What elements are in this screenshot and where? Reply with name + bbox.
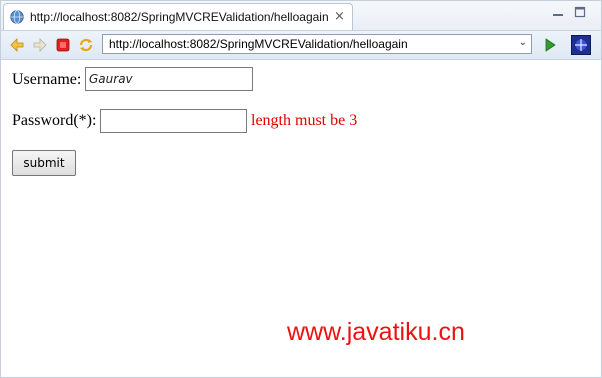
page-content: Username: Password(*): length must be 3 … [1, 60, 601, 377]
submit-button[interactable]: submit [12, 150, 76, 176]
password-error: length must be 3 [251, 112, 358, 129]
forward-arrow-icon[interactable] [31, 36, 49, 54]
watermark-text: www.javatiku.cn [287, 318, 465, 346]
tab-close-icon[interactable]: × [334, 9, 345, 24]
refresh-icon[interactable] [77, 36, 95, 54]
tab-title: http://localhost:8082/SpringMVCREValidat… [30, 10, 329, 24]
minimize-icon[interactable] [551, 5, 565, 19]
browser-window: http://localhost:8082/SpringMVCREValidat… [0, 0, 602, 378]
maximize-icon[interactable] [573, 5, 587, 19]
chevron-down-icon[interactable]: ⌄ [519, 37, 527, 48]
username-label: Username: [12, 71, 82, 88]
browser-tab[interactable]: http://localhost:8082/SpringMVCREValidat… [3, 3, 353, 30]
password-label: Password(*): [12, 112, 97, 129]
eclipse-icon[interactable] [571, 35, 591, 55]
address-url[interactable]: http://localhost:8082/SpringMVCREValidat… [109, 37, 408, 51]
address-bar[interactable]: http://localhost:8082/SpringMVCREValidat… [102, 34, 532, 54]
navigation-toolbar: http://localhost:8082/SpringMVCREValidat… [1, 31, 601, 60]
back-arrow-icon[interactable] [8, 36, 26, 54]
go-icon[interactable] [541, 36, 559, 54]
password-input[interactable] [100, 109, 247, 133]
tab-bar: http://localhost:8082/SpringMVCREValidat… [1, 1, 601, 31]
stop-icon[interactable] [54, 36, 72, 54]
username-input[interactable] [85, 67, 253, 91]
globe-icon [10, 10, 24, 24]
